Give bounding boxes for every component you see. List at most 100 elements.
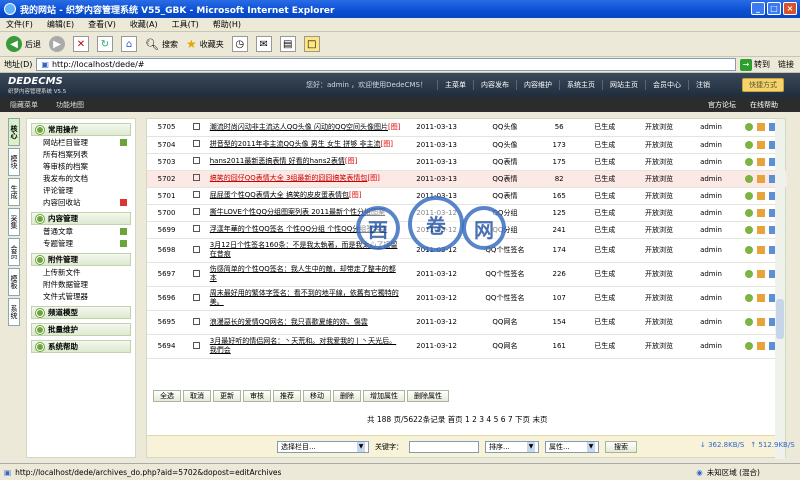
table-row[interactable]: 5700 撕牛LOVE个性QQ分组图案列表 2011最新个性分组图案 2011-03… <box>147 204 787 222</box>
quick-menu-button[interactable]: 快捷方式 <box>742 78 784 92</box>
row-category[interactable]: QQ表情 <box>470 187 540 205</box>
online-help-link[interactable]: 在线帮助 <box>750 100 778 110</box>
refresh-icon[interactable]: ↻ <box>97 36 113 52</box>
address-input[interactable]: ▣ http://localhost/dede/# <box>36 58 736 71</box>
row-category[interactable]: QQ网名 <box>470 334 540 359</box>
row-category[interactable]: QQ表情 <box>470 153 540 171</box>
nav-item-upload[interactable]: 上传新文件 <box>31 266 131 278</box>
nav-item-attach-data[interactable]: 附件数据管理 <box>31 278 131 290</box>
view-icon[interactable] <box>744 225 753 234</box>
nav-item-file-manager[interactable]: 文件式管理器 <box>31 290 131 302</box>
row-checkbox-cell[interactable] <box>186 262 208 287</box>
row-checkbox[interactable] <box>193 225 201 232</box>
row-checkbox[interactable] <box>193 208 201 215</box>
select-all-button[interactable]: 全选 <box>153 390 181 402</box>
back-button[interactable]: ◀ 后退 <box>6 36 41 52</box>
row-title-link[interactable]: 潮流时尚闪动非主流达人QQ头像 闪动的QQ空间头像图片 <box>210 123 388 131</box>
move-button[interactable]: 移动 <box>303 390 331 402</box>
table-row[interactable]: 5697 伤感简单的个性QQ签名：我人生中的敵，却带走了整丰的都本 2011-03-… <box>147 262 787 287</box>
table-row[interactable]: 5696 周末最好用的繁体字签名：看不到的地平線，依舊有它獨特的美。 2011-03… <box>147 286 787 311</box>
row-checkbox[interactable] <box>193 174 201 181</box>
table-row[interactable]: 5704 拼音型的2011年非主流QQ头像 男生 女生 拼够 非主流[图] 2011… <box>147 136 787 154</box>
update-button[interactable]: 更新 <box>213 390 241 402</box>
row-checkbox[interactable] <box>193 191 201 198</box>
row-category[interactable]: QQ网名 <box>470 310 540 335</box>
row-title-link[interactable]: 拼音型的2011年非主流QQ头像 男生 女生 拼够 非主流 <box>210 140 381 148</box>
edit-icon[interactable] <box>756 140 765 149</box>
edit-icon[interactable] <box>756 246 765 254</box>
view-icon[interactable] <box>744 140 753 149</box>
nav-item-column-manage[interactable]: 网站栏目管理 <box>31 136 131 148</box>
row-checkbox-cell[interactable] <box>186 334 208 359</box>
row-checkbox[interactable] <box>193 245 201 253</box>
delete-button[interactable]: 删除 <box>333 390 361 402</box>
history-icon[interactable]: ◷ <box>231 36 248 52</box>
nav-publish[interactable]: 内容发布 <box>472 80 516 90</box>
vtab-generate[interactable]: 生成 <box>8 178 20 206</box>
nav-group-attachments[interactable]: 附件管理 <box>31 253 131 266</box>
vtab-collect[interactable]: 采集 <box>8 208 20 236</box>
edit-icon[interactable] <box>756 270 765 278</box>
table-row[interactable]: 5695 浪漫惡长的爱情QQ网名：我只喜歡夏維的妳、傷雲 2011-03-12 QQ网… <box>147 310 787 335</box>
row-checkbox-cell[interactable] <box>186 170 208 188</box>
menu-view[interactable]: 查看(V) <box>88 19 116 30</box>
nav-item-articles[interactable]: 普通文章 <box>31 225 131 237</box>
favorites-button[interactable]: ★ 收藏夹 <box>186 37 224 51</box>
menu-favorites[interactable]: 收藏(A) <box>130 19 158 30</box>
row-checkbox[interactable] <box>193 122 201 130</box>
menu-help[interactable]: 帮助(H) <box>213 19 241 30</box>
edit-icon[interactable] <box>756 342 765 350</box>
delete-icon[interactable] <box>120 198 127 206</box>
nav-item-specials[interactable]: 专题管理 <box>31 237 131 249</box>
vtab-system[interactable]: 系统 <box>8 298 20 326</box>
add-icon[interactable] <box>120 227 127 235</box>
cancel-select-button[interactable]: 取消 <box>183 390 211 402</box>
audit-button[interactable]: 审核 <box>243 390 271 402</box>
edit-icon[interactable] <box>756 318 765 326</box>
mail-icon[interactable]: ✉ <box>255 36 272 52</box>
forward-button[interactable]: ▶ <box>49 36 65 52</box>
remove-attr-button[interactable]: 删除属性 <box>407 390 449 402</box>
view-icon[interactable] <box>744 191 753 200</box>
row-title-link[interactable]: 浮漾年華的个性QQ签名 个性QQ分组 个性QQ分组签名字 <box>210 225 388 233</box>
add-attr-button[interactable]: 增加属性 <box>363 390 405 402</box>
row-checkbox-cell[interactable] <box>186 119 208 137</box>
table-row[interactable]: 5698 3月12日个性签名160条：不是我太執著，而是我太心了接留在昔痕 2011… <box>147 238 787 263</box>
row-checkbox-cell[interactable] <box>186 221 208 239</box>
row-checkbox-cell[interactable] <box>186 136 208 154</box>
add-icon[interactable] <box>120 138 127 146</box>
nav-group-common[interactable]: 常用操作 <box>31 123 131 136</box>
table-row[interactable]: 5699 浮漾年華的个性QQ签名 个性QQ分组 个性QQ分组签名字 2011-03-… <box>147 221 787 239</box>
nav-group-channel-models[interactable]: 频道模型 <box>31 306 131 319</box>
view-icon[interactable] <box>744 208 753 217</box>
table-row[interactable]: 5703 hans2011最新恶搞表情 好看的hans2表情[图] 2011-03-… <box>147 153 787 171</box>
row-title-link[interactable]: 3月12日个性签名160条：不是我太執著，而是我太心了接留在昔痕 <box>210 241 398 258</box>
row-checkbox-cell[interactable] <box>186 204 208 222</box>
edit-icon[interactable] <box>756 225 765 234</box>
nav-maintain[interactable]: 内容维护 <box>515 80 559 90</box>
row-checkbox[interactable] <box>193 157 201 164</box>
nav-item-my-docs[interactable]: 我发布的文档 <box>31 172 131 184</box>
order-select[interactable]: 排序... ▼ <box>485 440 539 453</box>
attr-select[interactable]: 属性... ▼ <box>545 440 599 453</box>
nav-site-home[interactable]: 网站主页 <box>601 80 645 90</box>
row-category[interactable]: QQ头像 <box>470 136 540 154</box>
row-checkbox[interactable] <box>193 341 201 349</box>
row-title-link[interactable]: 浪漫惡长的爱情QQ网名：我只喜歡夏維的妳、傷雲 <box>210 318 368 326</box>
edit-icon[interactable] <box>756 123 765 132</box>
edit-icon[interactable] <box>756 174 765 183</box>
add-icon[interactable] <box>120 239 127 247</box>
table-row[interactable]: 5705 潮流时尚闪动非主流达人QQ头像 闪动的QQ空间头像图片[图] 2011-0… <box>147 119 787 137</box>
category-select[interactable]: 选择栏目... ▼ <box>277 440 369 453</box>
view-icon[interactable] <box>744 123 753 132</box>
row-checkbox[interactable] <box>193 269 201 277</box>
print-icon[interactable]: ▤ <box>279 36 296 52</box>
view-icon[interactable] <box>744 174 753 183</box>
row-checkbox-cell[interactable] <box>186 286 208 311</box>
row-category[interactable]: QQ分组 <box>470 204 540 222</box>
row-title-link[interactable]: 伤感简单的个性QQ签名：我人生中的敵，却带走了整丰的都本 <box>210 265 396 282</box>
official-forum-link[interactable]: 官方论坛 <box>708 100 736 110</box>
menu-edit[interactable]: 编辑(E) <box>47 19 74 30</box>
pagination[interactable]: 共 188 页/5622条记录 首页 1 2 3 4 5 6 7 下页 末页 <box>367 414 547 425</box>
edit-icon[interactable] <box>756 157 765 166</box>
